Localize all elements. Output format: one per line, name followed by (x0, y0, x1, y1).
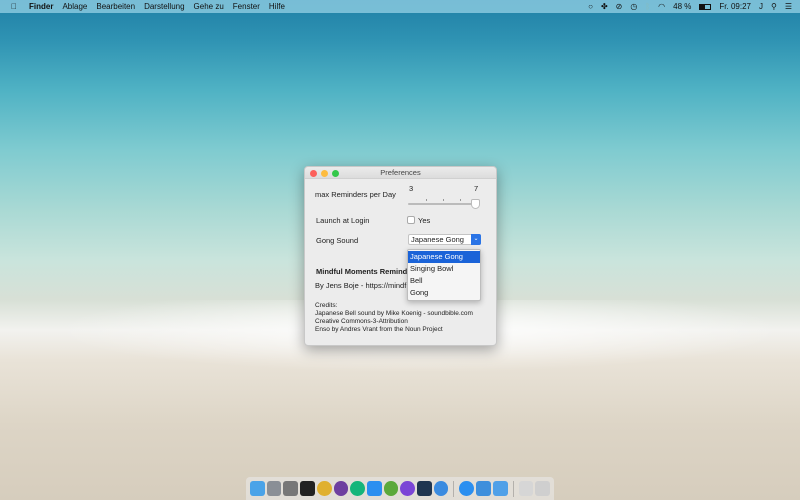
launch-checkbox-label[interactable]: Yes (418, 216, 430, 225)
battery-percent[interactable]: 48 % (673, 2, 691, 11)
slider-max-label: 7 (474, 184, 479, 193)
dock-folder-icon[interactable] (492, 481, 508, 496)
gong-sound-value: Japanese Gong (411, 235, 464, 244)
spotlight-icon[interactable]: ⚲ (771, 2, 777, 11)
dock-separator (512, 480, 514, 497)
max-reminders-label: max Reminders per Day (315, 190, 396, 199)
reminders-slider[interactable] (408, 199, 480, 209)
credit-line: Japanese Bell sound by Mike Koenig - sou… (315, 310, 473, 317)
dock-system-preferences-icon[interactable] (283, 481, 299, 496)
battery-icon[interactable] (699, 3, 712, 10)
option-gong[interactable]: Gong (408, 287, 480, 299)
window-title: Preferences (380, 168, 421, 177)
dock-chrome-icon[interactable] (316, 481, 332, 496)
notification-center-icon[interactable]: ☰ (785, 2, 792, 11)
dock-github-icon[interactable] (333, 481, 349, 496)
menu-bar:  Finder Ablage Bearbeiten Darstellung G… (0, 0, 800, 13)
slider-thumb[interactable] (471, 199, 480, 209)
close-button[interactable] (310, 170, 317, 177)
menu-bearbeiten[interactable]: Bearbeiten (96, 2, 135, 11)
chevron-down-icon: ⌄ (471, 234, 481, 245)
menu-gehe-zu[interactable]: Gehe zu (194, 2, 224, 11)
status-circle-icon[interactable]: ○ (588, 2, 593, 11)
gong-sound-select[interactable]: Japanese Gong ⌄ (408, 234, 481, 245)
dock-tableplus-icon[interactable] (433, 481, 449, 496)
dock-trash-icon[interactable] (535, 481, 550, 496)
launch-at-login-label: Launch at Login (316, 216, 370, 225)
wifi-icon[interactable]: ◠ (658, 2, 665, 11)
gong-sound-dropdown: Japanese Gong Singing Bowl Bell Gong (407, 249, 481, 301)
dock-separator (453, 480, 455, 497)
dock-launchpad-icon[interactable] (266, 481, 282, 496)
dock-documents-icon[interactable] (518, 481, 534, 496)
bluetooth-icon[interactable]: ᛒ (645, 2, 650, 11)
menu-ablage[interactable]: Ablage (62, 2, 87, 11)
menu-darstellung[interactable]: Darstellung (144, 2, 184, 11)
apple-menu-icon[interactable]:  (11, 2, 17, 11)
zoom-button[interactable] (332, 170, 339, 177)
slider-min-label: 3 (409, 184, 414, 193)
block-icon[interactable]: ⊘ (616, 2, 623, 11)
app-name: Mindful Moments Remind (316, 267, 408, 276)
dock (246, 477, 554, 500)
menu-finder[interactable]: Finder (29, 2, 53, 11)
credits: Credits: Japanese Bell sound by Mike Koe… (315, 302, 473, 334)
dock-vscode-icon[interactable] (417, 481, 432, 496)
dropbox-icon[interactable]: ✤ (601, 2, 608, 11)
minimize-button[interactable] (321, 170, 328, 177)
option-bell[interactable]: Bell (408, 275, 480, 287)
credit-line: Creative Commons-3-Attribution (315, 318, 408, 325)
title-bar[interactable]: Preferences (305, 167, 496, 179)
dock-grammarly-icon[interactable] (350, 481, 365, 496)
dock-terminal-icon[interactable] (300, 481, 315, 496)
dock-lingo-icon[interactable] (366, 481, 382, 496)
user-menu[interactable]: J (759, 2, 763, 11)
gong-sound-label: Gong Sound (316, 236, 359, 245)
dock-app-store-icon[interactable] (459, 481, 475, 496)
credit-line: Enso by Andres Vrant from the Noun Proje… (315, 326, 443, 333)
menu-fenster[interactable]: Fenster (233, 2, 260, 11)
launch-checkbox[interactable] (407, 216, 415, 224)
dock-finder-icon[interactable] (250, 481, 265, 496)
menu-hilfe[interactable]: Hilfe (269, 2, 285, 11)
clock[interactable]: Fr. 09:27 (719, 2, 751, 11)
option-japanese-gong[interactable]: Japanese Gong (408, 251, 480, 263)
dock-spring-icon[interactable] (383, 481, 399, 496)
dock-app-purple-icon[interactable] (400, 481, 416, 496)
time-machine-icon[interactable]: ◷ (630, 2, 637, 11)
credits-heading: Credits: (315, 302, 338, 309)
author-link[interactable]: By Jens Boje - https://mindf (315, 281, 408, 290)
preferences-window: Preferences max Reminders per Day 3 7 La… (304, 166, 497, 346)
option-singing-bowl[interactable]: Singing Bowl (408, 263, 480, 275)
dock-xcode-icon[interactable] (476, 481, 491, 496)
